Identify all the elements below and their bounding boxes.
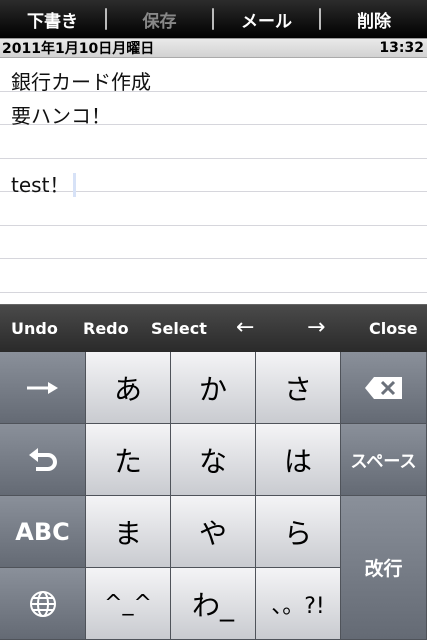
kana-key-a[interactable]: あ: [86, 352, 171, 424]
note-line[interactable]: test！: [0, 159, 427, 197]
kana-key-ta[interactable]: た: [86, 424, 171, 496]
space-key-label: スペース: [350, 452, 417, 472]
return-key[interactable]: 改行: [341, 496, 427, 640]
japanese-keyboard: あ か さ た な は スペース ABC ま や ら 改行 ^_^ わ_ 、。?…: [0, 352, 427, 640]
abc-mode-key[interactable]: ABC: [0, 496, 86, 568]
save-button[interactable]: 保存: [107, 0, 212, 38]
date-bar: 2011年1月10日月曜日 13:32: [0, 38, 427, 58]
redo-button[interactable]: Redo: [83, 319, 129, 338]
kana-key-ra[interactable]: ら: [256, 496, 341, 568]
top-toolbar: 下書き 保存 メール 削除: [0, 0, 427, 38]
kana-key-na[interactable]: な: [171, 424, 256, 496]
note-line[interactable]: 要ハンコ！: [0, 92, 427, 126]
kana-key-ka[interactable]: か: [171, 352, 256, 424]
backspace-key[interactable]: [341, 352, 427, 424]
edit-bar: Undo Redo Select ← → Close: [0, 304, 427, 352]
mail-button[interactable]: メール: [214, 0, 319, 38]
note-date: 2011年1月10日月曜日: [2, 41, 155, 57]
note-line[interactable]: [0, 226, 427, 259]
select-button[interactable]: Select: [151, 319, 207, 338]
abc-key-label: ABC: [15, 517, 70, 546]
note-line-text: 銀行カード作成: [11, 70, 151, 94]
close-button[interactable]: Close: [369, 319, 418, 338]
return-key-label: 改行: [364, 558, 403, 580]
backspace-icon: [364, 376, 402, 399]
undo-button[interactable]: Undo: [11, 319, 58, 338]
kana-key-wa[interactable]: わ_: [171, 568, 256, 640]
next-candidate-key[interactable]: [0, 352, 86, 424]
note-text-area[interactable]: 銀行カード作成 要ハンコ！ test！: [0, 58, 427, 304]
space-key[interactable]: スペース: [341, 424, 427, 496]
cursor-left-button[interactable]: ←: [236, 315, 254, 340]
kana-key-ya[interactable]: や: [171, 496, 256, 568]
note-line[interactable]: [0, 192, 427, 226]
delete-button[interactable]: 削除: [321, 0, 427, 38]
cursor-right-button[interactable]: →: [307, 315, 325, 340]
note-line[interactable]: 銀行カード作成: [0, 58, 427, 92]
arrow-right-icon: [26, 381, 58, 394]
kana-key-punctuation[interactable]: 、。?!: [256, 568, 341, 640]
draft-button[interactable]: 下書き: [0, 0, 105, 38]
kana-key-ha[interactable]: は: [256, 424, 341, 496]
kana-key-ma[interactable]: ま: [86, 496, 171, 568]
note-line[interactable]: [0, 259, 427, 293]
kana-key-sa[interactable]: さ: [256, 352, 341, 424]
note-time: 13:32: [379, 40, 424, 56]
globe-icon: [29, 590, 56, 617]
note-line-text: 要ハンコ！: [11, 103, 111, 128]
undo-icon: [28, 447, 57, 471]
kana-key-emoticon[interactable]: ^_^: [86, 568, 171, 640]
note-line[interactable]: [0, 125, 427, 159]
globe-key[interactable]: [0, 568, 86, 640]
undo-kana-key[interactable]: [0, 424, 86, 496]
